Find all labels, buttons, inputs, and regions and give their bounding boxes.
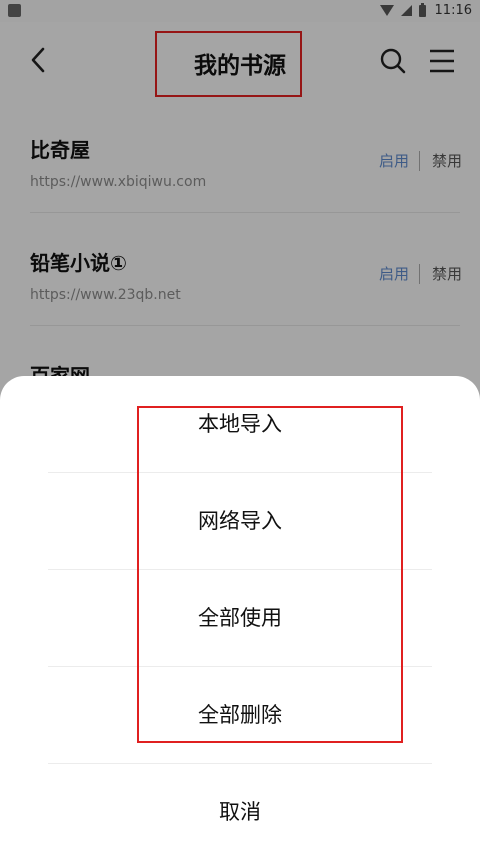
action-sheet: 本地导入 网络导入 全部使用 全部删除 取消 xyxy=(0,376,480,854)
options-highlight-box xyxy=(137,406,403,743)
cancel-label: 取消 xyxy=(219,800,261,824)
cancel-button[interactable]: 取消 xyxy=(0,764,480,854)
